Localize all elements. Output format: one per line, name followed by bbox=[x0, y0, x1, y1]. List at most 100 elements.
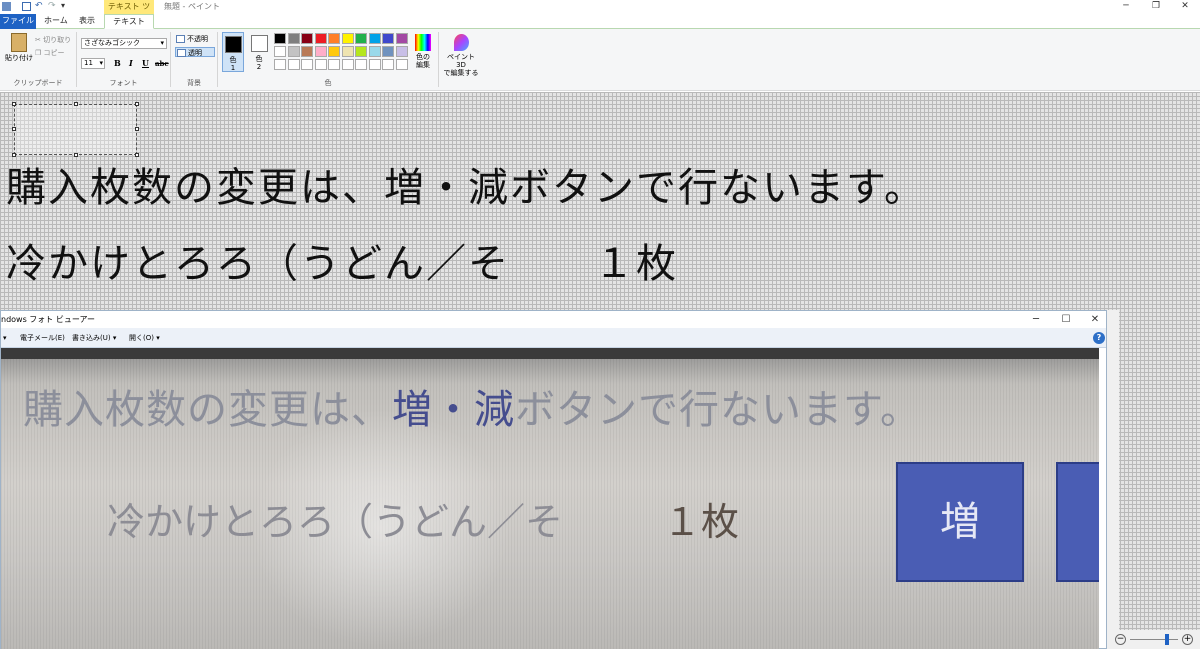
color2-button[interactable]: 色 2 bbox=[248, 32, 270, 72]
text-selection-box[interactable] bbox=[12, 102, 139, 157]
palette-color-swatch[interactable] bbox=[301, 59, 313, 70]
bold-button[interactable]: B bbox=[114, 58, 121, 68]
palette-color-swatch[interactable] bbox=[287, 33, 300, 44]
palette-color-swatch[interactable] bbox=[301, 33, 313, 44]
resize-handle[interactable] bbox=[74, 153, 78, 157]
palette-color-swatch[interactable] bbox=[395, 46, 408, 57]
paint3d-label-2: で編集する bbox=[443, 69, 479, 77]
font-size-value: 11 bbox=[84, 59, 93, 67]
minimize-icon[interactable]: ─ bbox=[1111, 0, 1141, 14]
minimize-icon[interactable]: ─ bbox=[1021, 311, 1051, 328]
copy-button[interactable]: ❐ コピー bbox=[35, 48, 65, 58]
palette-color-swatch[interactable] bbox=[287, 46, 300, 57]
palette-color-swatch[interactable] bbox=[328, 46, 340, 57]
maximize-icon[interactable]: ☐ bbox=[1051, 311, 1081, 328]
menu-burn[interactable]: 書き込み(U) ▾ bbox=[72, 328, 116, 348]
transparent-button[interactable]: 透明 bbox=[175, 47, 215, 57]
palette-color-swatch[interactable] bbox=[395, 33, 408, 44]
tab-file[interactable]: ファイル bbox=[0, 14, 36, 29]
tab-text[interactable]: テキスト bbox=[104, 14, 154, 29]
divider bbox=[438, 32, 439, 87]
palette-color-swatch[interactable] bbox=[355, 59, 367, 70]
zoom-slider-thumb[interactable] bbox=[1165, 634, 1169, 645]
palette-color-swatch[interactable] bbox=[314, 33, 327, 44]
tab-view[interactable]: 表示 bbox=[73, 14, 101, 29]
palette-color-swatch[interactable] bbox=[274, 33, 286, 44]
color1-swatch bbox=[224, 36, 242, 53]
font-family-select[interactable]: さざなみゴシック ▾ bbox=[81, 38, 167, 49]
paste-button[interactable]: 貼り付け bbox=[4, 33, 34, 62]
undo-icon[interactable]: ↶ bbox=[35, 2, 44, 11]
palette-color-swatch[interactable] bbox=[328, 59, 340, 70]
ribbon-tabs: ファイル ホーム 表示 テキスト bbox=[0, 14, 1200, 29]
restore-icon[interactable]: ❐ bbox=[1141, 0, 1171, 14]
palette-color-swatch[interactable] bbox=[368, 59, 381, 70]
palette-color-swatch[interactable] bbox=[341, 33, 354, 44]
palette-color-swatch[interactable] bbox=[368, 46, 381, 57]
palette-color-swatch[interactable] bbox=[341, 59, 354, 70]
save-icon[interactable] bbox=[22, 2, 31, 11]
palette-color-swatch[interactable] bbox=[368, 33, 381, 44]
photo-viewer-menubar: ▾ 電子メール(E) 書き込み(U) ▾ 開く(O) ▾ ? bbox=[1, 328, 1106, 348]
resize-handle[interactable] bbox=[12, 127, 16, 131]
resize-handle[interactable] bbox=[135, 127, 139, 131]
paint-titlebar: ↶ ↷ ▾ テキスト ツール 無題 - ペイント ─ ❐ ✕ bbox=[0, 0, 1200, 24]
palette-color-swatch[interactable] bbox=[328, 33, 340, 44]
resize-handle[interactable] bbox=[135, 102, 139, 106]
resize-handle[interactable] bbox=[12, 153, 16, 157]
strikethrough-button[interactable]: abc bbox=[155, 59, 169, 68]
photo-viewer-titlebar: ndows フォト ビューアー ─ ☐ ✕ bbox=[1, 311, 1106, 328]
chevron-down-icon: ▾ bbox=[156, 334, 160, 342]
menu-open[interactable]: 開く(O) ▾ bbox=[129, 328, 160, 348]
chevron-down-icon: ▾ bbox=[99, 59, 103, 67]
scissors-icon: ✂ bbox=[35, 36, 41, 44]
paint3d-button[interactable]: ペイント 3D で編集する bbox=[442, 34, 480, 77]
palette-color-swatch[interactable] bbox=[287, 59, 300, 70]
menu-email-label: 電子メール(E) bbox=[20, 334, 65, 342]
palette-color-swatch[interactable] bbox=[314, 46, 327, 57]
font-size-select[interactable]: 11 ▾ bbox=[81, 58, 105, 69]
cut-button[interactable]: ✂ 切り取り bbox=[35, 35, 71, 45]
palette-color-swatch[interactable] bbox=[382, 59, 394, 70]
opaque-button[interactable]: 不透明 bbox=[175, 34, 215, 44]
redo-icon[interactable]: ↷ bbox=[48, 2, 57, 11]
photo-text-line-2: 冷かけとろろ（うどん／そ １枚 bbox=[107, 498, 739, 546]
palette-color-swatch[interactable] bbox=[382, 33, 394, 44]
palette-color-swatch[interactable] bbox=[314, 59, 327, 70]
resize-handle[interactable] bbox=[12, 102, 16, 106]
palette-color-swatch[interactable] bbox=[382, 46, 394, 57]
photo-line2-item: 冷かけとろろ（うどん／そ bbox=[107, 500, 564, 544]
resize-handle[interactable] bbox=[135, 153, 139, 157]
clipboard-icon bbox=[11, 33, 27, 52]
close-icon[interactable]: ✕ bbox=[1080, 311, 1110, 328]
font-family-value: さざなみゴシック bbox=[84, 39, 140, 47]
palette-color-swatch[interactable] bbox=[274, 46, 286, 57]
palette-color-swatch[interactable] bbox=[341, 46, 354, 57]
ribbon: 貼り付け ✂ 切り取り ❐ コピー クリップボード さざなみゴシック ▾ 11 … bbox=[0, 29, 1200, 91]
resize-handle[interactable] bbox=[74, 102, 78, 106]
close-icon[interactable]: ✕ bbox=[1170, 0, 1200, 14]
zoom-in-button[interactable]: + bbox=[1182, 634, 1193, 645]
help-icon[interactable]: ? bbox=[1093, 332, 1105, 344]
palette-color-swatch[interactable] bbox=[274, 59, 286, 70]
zoom-slider-track[interactable] bbox=[1130, 639, 1178, 640]
copy-label: コピー bbox=[43, 49, 65, 57]
vertical-scrollbar[interactable] bbox=[1107, 310, 1119, 630]
paint3d-label-1: ペイント 3D bbox=[447, 53, 475, 69]
palette-color-swatch[interactable] bbox=[355, 46, 367, 57]
color1-button[interactable]: 色 1 bbox=[222, 32, 244, 72]
menu-previous-arrow[interactable]: ▾ bbox=[3, 328, 7, 348]
underline-button[interactable]: U bbox=[142, 58, 149, 68]
customize-toolbar-icon[interactable]: ▾ bbox=[61, 2, 70, 11]
palette-color-swatch[interactable] bbox=[395, 59, 408, 70]
palette-color-swatch[interactable] bbox=[301, 46, 313, 57]
menu-open-label: 開く(O) bbox=[129, 334, 154, 342]
tab-home[interactable]: ホーム bbox=[38, 14, 74, 29]
copy-icon: ❐ bbox=[35, 49, 42, 57]
italic-button[interactable]: I bbox=[129, 58, 133, 68]
edit-colors-button[interactable]: 色の 編集 bbox=[412, 34, 434, 69]
menu-email[interactable]: 電子メール(E) bbox=[20, 328, 65, 348]
zoom-out-button[interactable]: − bbox=[1115, 634, 1126, 645]
palette-color-swatch[interactable] bbox=[355, 33, 367, 44]
photo-viewer-title: ndows フォト ビューアー bbox=[1, 315, 96, 324]
